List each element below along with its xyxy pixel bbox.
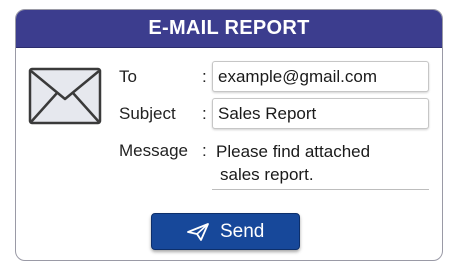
message-field[interactable]: Please find attached sales report. <box>212 140 429 190</box>
to-label: To <box>119 67 137 86</box>
subject-colon: : <box>202 104 207 123</box>
email-report-dialog: E-MAIL REPORT To : example@gmail.com Sub… <box>15 9 443 261</box>
envelope-icon <box>28 67 102 125</box>
message-colon: : <box>202 141 207 160</box>
to-field[interactable]: example@gmail.com <box>212 61 429 92</box>
message-label: Message <box>119 141 188 160</box>
subject-label: Subject <box>119 104 176 123</box>
paper-plane-icon <box>187 223 209 241</box>
subject-field[interactable]: Sales Report <box>212 98 429 129</box>
to-colon: : <box>202 67 207 86</box>
message-line-2: sales report. <box>220 165 314 184</box>
send-button[interactable]: Send <box>151 213 300 250</box>
send-label: Send <box>220 221 265 242</box>
dialog-title: E-MAIL REPORT <box>148 17 310 39</box>
message-line-1: Please find attached <box>216 142 371 161</box>
title-bar: E-MAIL REPORT <box>16 10 442 48</box>
